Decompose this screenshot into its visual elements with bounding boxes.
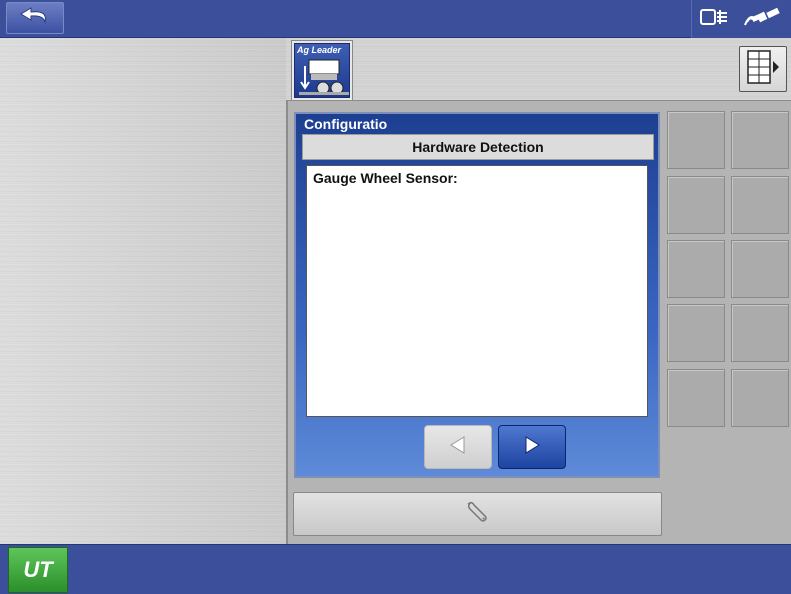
left-arrow-icon: [447, 434, 469, 461]
grid-cell-5[interactable]: [667, 240, 725, 298]
tab-brand-label: Ag Leader: [297, 45, 342, 55]
ut-label: UT: [23, 557, 53, 582]
grid-cell-2[interactable]: [731, 111, 789, 169]
next-button[interactable]: [498, 425, 566, 469]
back-arrow-icon: [17, 5, 53, 32]
grid-cell-4[interactable]: [731, 176, 789, 234]
tab-ag-leader[interactable]: Ag Leader: [291, 40, 353, 100]
wrench-icon: [465, 499, 491, 530]
grid-cell-10[interactable]: [731, 369, 789, 427]
dialog-title: Configuratio: [304, 116, 388, 132]
display-module-icon[interactable]: [699, 6, 731, 33]
nav-row: [424, 425, 566, 469]
grid-cell-1[interactable]: [667, 111, 725, 169]
grid-cell-6[interactable]: [731, 240, 789, 298]
wrench-button[interactable]: [293, 492, 662, 536]
left-panel: [0, 38, 286, 544]
main-area: Configuratio Hardware Detection Gauge Wh…: [286, 100, 791, 544]
layout-grid-icon: [746, 49, 780, 90]
right-arrow-icon: [521, 434, 543, 461]
grid-cell-7[interactable]: [667, 304, 725, 362]
status-icons: [691, 0, 791, 38]
tab-strip: Ag Leader: [286, 38, 791, 100]
dialog-header: Hardware Detection: [302, 134, 654, 160]
dialog-content: Gauge Wheel Sensor:: [306, 165, 648, 417]
configuration-dialog: Configuratio Hardware Detection Gauge Wh…: [294, 112, 660, 478]
top-bar: [0, 0, 791, 38]
planter-configuration-icon: [299, 56, 349, 101]
universal-terminal-button[interactable]: UT: [8, 547, 68, 593]
bottom-bar: UT: [0, 544, 791, 594]
content-text: Gauge Wheel Sensor:: [313, 170, 458, 186]
layout-switch-button[interactable]: [739, 46, 787, 92]
previous-button[interactable]: [424, 425, 492, 469]
gps-satellite-icon[interactable]: [744, 6, 784, 33]
grid-cell-9[interactable]: [667, 369, 725, 427]
grid-cell-8[interactable]: [731, 304, 789, 362]
grid-cell-3[interactable]: [667, 176, 725, 234]
back-button[interactable]: [6, 2, 64, 34]
